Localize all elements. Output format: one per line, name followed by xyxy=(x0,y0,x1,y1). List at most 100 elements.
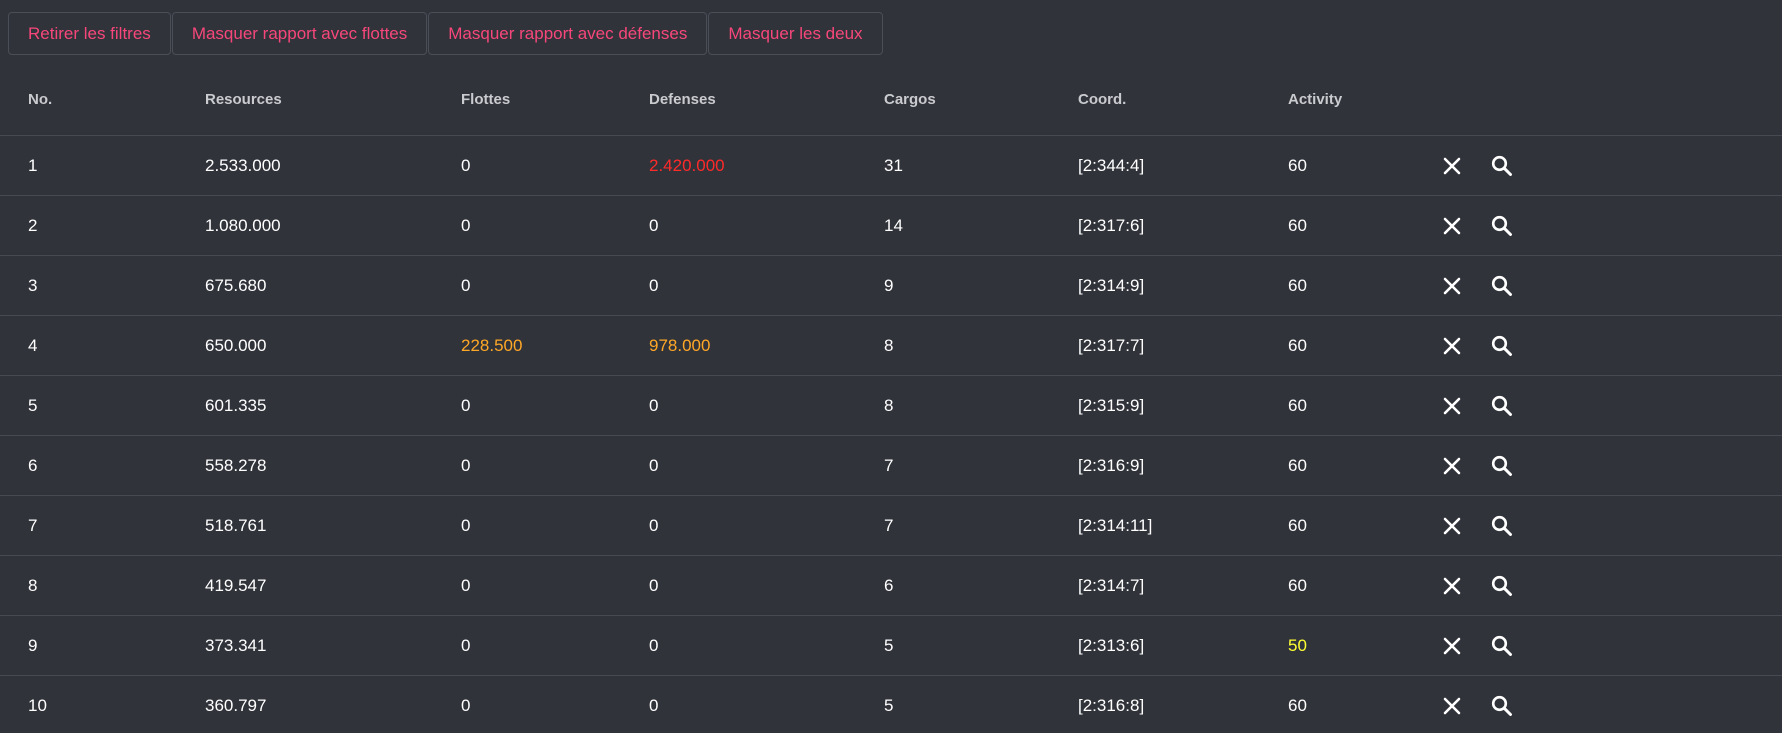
column-header-cargos[interactable]: Cargos xyxy=(884,69,936,135)
hide-fleet-reports-button[interactable]: Masquer rapport avec flottes xyxy=(171,12,428,55)
close-icon xyxy=(1439,333,1465,359)
table-row: 6 558.278 0 0 7 [2:316:9] 60 xyxy=(0,436,1782,496)
cell-resources: 2.533.000 xyxy=(205,156,281,175)
cell-resources: 419.547 xyxy=(205,576,267,595)
hide-defense-reports-button[interactable]: Masquer rapport avec défenses xyxy=(428,12,708,55)
close-icon xyxy=(1439,273,1465,299)
search-icon xyxy=(1489,693,1515,719)
cell-number: 6 xyxy=(28,456,38,475)
view-report-button[interactable] xyxy=(1489,573,1515,599)
view-report-button[interactable] xyxy=(1489,393,1515,419)
table-body: 1 2.533.000 0 2.420.000 31 [2:344:4] 60 2 1.080.… xyxy=(0,136,1782,733)
column-header-number[interactable]: No. xyxy=(28,69,52,135)
cell-fleets: 0 xyxy=(461,696,471,715)
search-icon xyxy=(1489,573,1515,599)
cell-activity: 60 xyxy=(1288,276,1307,295)
delete-report-button[interactable] xyxy=(1439,573,1465,599)
cell-resources: 373.341 xyxy=(205,636,267,655)
delete-report-button[interactable] xyxy=(1439,273,1465,299)
cell-defenses: 0 xyxy=(649,696,659,715)
column-header-defenses[interactable]: Defenses xyxy=(649,69,716,135)
table-row: 2 1.080.000 0 0 14 [2:317:6] 60 xyxy=(0,196,1782,256)
cell-fleets: 0 xyxy=(461,516,471,535)
delete-report-button[interactable] xyxy=(1439,393,1465,419)
cell-number: 4 xyxy=(28,336,38,355)
cell-cargos: 6 xyxy=(884,576,894,595)
close-icon xyxy=(1439,513,1465,539)
cell-number: 3 xyxy=(28,276,38,295)
search-icon xyxy=(1489,333,1515,359)
column-header-activity[interactable]: Activity xyxy=(1288,69,1342,135)
view-report-button[interactable] xyxy=(1489,513,1515,539)
cell-coordinates: [2:315:9] xyxy=(1078,396,1145,415)
cell-cargos: 8 xyxy=(884,396,894,415)
cell-defenses: 0 xyxy=(649,276,659,295)
search-icon xyxy=(1489,153,1515,179)
table-row: 3 675.680 0 0 9 [2:314:9] 60 xyxy=(0,256,1782,316)
cell-resources: 1.080.000 xyxy=(205,216,281,235)
remove-filters-button[interactable]: Retirer les filtres xyxy=(8,12,171,55)
view-report-button[interactable] xyxy=(1489,453,1515,479)
close-icon xyxy=(1439,393,1465,419)
cell-cargos: 9 xyxy=(884,276,894,295)
view-report-button[interactable] xyxy=(1489,333,1515,359)
cell-defenses: 978.000 xyxy=(649,336,711,355)
delete-report-button[interactable] xyxy=(1439,453,1465,479)
cell-fleets: 228.500 xyxy=(461,336,523,355)
table-row: 9 373.341 0 0 5 [2:313:6] 50 xyxy=(0,616,1782,676)
close-icon xyxy=(1439,213,1465,239)
search-icon xyxy=(1489,213,1515,239)
close-icon xyxy=(1439,633,1465,659)
cell-resources: 601.335 xyxy=(205,396,267,415)
cell-coordinates: [2:316:8] xyxy=(1078,696,1145,715)
table-row: 8 419.547 0 0 6 [2:314:7] 60 xyxy=(0,556,1782,616)
cell-defenses: 2.420.000 xyxy=(649,156,725,175)
espionage-reports-panel: Retirer les filtres Masquer rapport avec… xyxy=(0,0,1782,733)
hide-both-button[interactable]: Masquer les deux xyxy=(708,12,883,55)
delete-report-button[interactable] xyxy=(1439,153,1465,179)
view-report-button[interactable] xyxy=(1489,693,1515,719)
table-row: 10 360.797 0 0 5 [2:316:8] 60 xyxy=(0,676,1782,733)
search-icon xyxy=(1489,273,1515,299)
cell-number: 10 xyxy=(28,696,47,715)
search-icon xyxy=(1489,393,1515,419)
table-row: 7 518.761 0 0 7 [2:314:11] 60 xyxy=(0,496,1782,556)
close-icon xyxy=(1439,453,1465,479)
view-report-button[interactable] xyxy=(1489,633,1515,659)
cell-resources: 650.000 xyxy=(205,336,267,355)
column-header-coordinates[interactable]: Coord. xyxy=(1078,69,1126,135)
column-header-resources[interactable]: Resources xyxy=(205,69,282,135)
table-header: No. Resources Flottes Defenses Cargos Co… xyxy=(0,69,1782,136)
cell-number: 5 xyxy=(28,396,38,415)
view-report-button[interactable] xyxy=(1489,273,1515,299)
cell-fleets: 0 xyxy=(461,636,471,655)
view-report-button[interactable] xyxy=(1489,213,1515,239)
column-header-fleets[interactable]: Flottes xyxy=(461,69,510,135)
close-icon xyxy=(1439,693,1465,719)
cell-number: 2 xyxy=(28,216,38,235)
delete-report-button[interactable] xyxy=(1439,213,1465,239)
cell-cargos: 7 xyxy=(884,516,894,535)
delete-report-button[interactable] xyxy=(1439,333,1465,359)
cell-fleets: 0 xyxy=(461,456,471,475)
delete-report-button[interactable] xyxy=(1439,693,1465,719)
cell-number: 7 xyxy=(28,516,38,535)
table-row: 5 601.335 0 0 8 [2:315:9] 60 xyxy=(0,376,1782,436)
cell-fleets: 0 xyxy=(461,396,471,415)
cell-resources: 518.761 xyxy=(205,516,267,535)
delete-report-button[interactable] xyxy=(1439,633,1465,659)
cell-coordinates: [2:314:9] xyxy=(1078,276,1145,295)
cell-defenses: 0 xyxy=(649,516,659,535)
cell-resources: 675.680 xyxy=(205,276,267,295)
close-icon xyxy=(1439,153,1465,179)
cell-coordinates: [2:313:6] xyxy=(1078,636,1145,655)
cell-activity: 60 xyxy=(1288,396,1307,415)
cell-activity: 60 xyxy=(1288,456,1307,475)
view-report-button[interactable] xyxy=(1489,153,1515,179)
delete-report-button[interactable] xyxy=(1439,513,1465,539)
search-icon xyxy=(1489,513,1515,539)
reports-table: No. Resources Flottes Defenses Cargos Co… xyxy=(0,69,1782,733)
cell-activity: 60 xyxy=(1288,516,1307,535)
cell-number: 8 xyxy=(28,576,38,595)
cell-number: 1 xyxy=(28,156,38,175)
